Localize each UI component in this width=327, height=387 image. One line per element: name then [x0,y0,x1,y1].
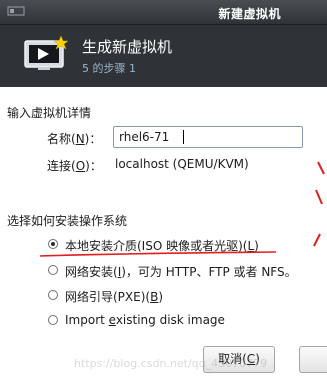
radio-indicator-selected[interactable] [48,239,58,249]
watermark-text: https://blog.csdn.net/qq_43070779 [74,357,268,370]
new-vm-monitor-star-icon [24,35,69,70]
name-label: 名称(N)： [47,132,102,146]
red-annotation-marks [313,161,325,247]
red-annotation-underline [39,251,277,257]
radio-indicator[interactable] [48,265,58,275]
radio-network-boot-label: 网络引导(PXE)(B) [65,290,164,304]
wizard-title: 生成新虚拟机 [82,38,173,56]
radio-import-disk-label: Import existing disk image [65,313,225,327]
radio-indicator[interactable] [48,290,58,300]
radio-indicator[interactable] [48,315,58,325]
window-titlebar: 新建虚拟机 [0,0,327,25]
connection-label: 连接(O)： [47,159,102,173]
wizard-header: 生成新虚拟机 5 的步骤 1 [0,25,327,87]
install-section-title: 选择如何安装操作系统 [7,214,128,228]
text-caret [183,130,184,144]
radio-network-install-label: 网络安装(I)，可为 HTTP、FTP 或者 NFS。 [65,265,297,279]
window-title: 新建虚拟机 [218,7,281,21]
back-button-partial[interactable] [299,346,327,373]
wizard-step: 5 的步骤 1 [82,62,136,75]
details-section-title: 输入虚拟机详情 [7,106,92,120]
connection-value: localhost (QEMU/KVM) [115,157,249,171]
vm-name-field[interactable] [113,126,303,148]
